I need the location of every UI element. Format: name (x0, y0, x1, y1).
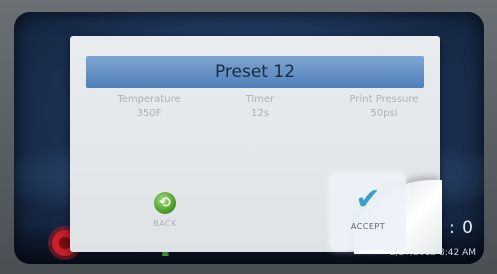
timer-value[interactable]: 12s (220, 108, 300, 119)
accept-label: ACCEPT (350, 222, 386, 231)
device-bezel: ▚ ✖ ✔ nter : 0 2/27/2012 8:42 AM Preset … (0, 0, 497, 274)
back-button[interactable]: ⟲ BACK (145, 192, 185, 228)
temperature-label: Temperature (117, 94, 181, 105)
back-label: BACK (153, 219, 177, 228)
pressure-label: Print Pressure (349, 94, 419, 105)
back-arrow-icon: ⟲ (154, 192, 176, 214)
pressure-value[interactable]: 50psi (328, 108, 440, 119)
timer-label: Timer (245, 94, 275, 105)
touch-screen: ▚ ✖ ✔ nter : 0 2/27/2012 8:42 AM Preset … (14, 12, 484, 264)
pressure-field: Print Pressure 50psi (328, 94, 440, 119)
accept-button[interactable]: ✔ ACCEPT (330, 172, 406, 250)
dialog-title: Preset 12 (86, 56, 424, 88)
timer-field: Timer 12s (220, 94, 300, 119)
checkmark-icon: ✔ (355, 182, 381, 217)
temperature-value[interactable]: 350F (94, 108, 204, 119)
temperature-field: Temperature 350F (94, 94, 204, 119)
